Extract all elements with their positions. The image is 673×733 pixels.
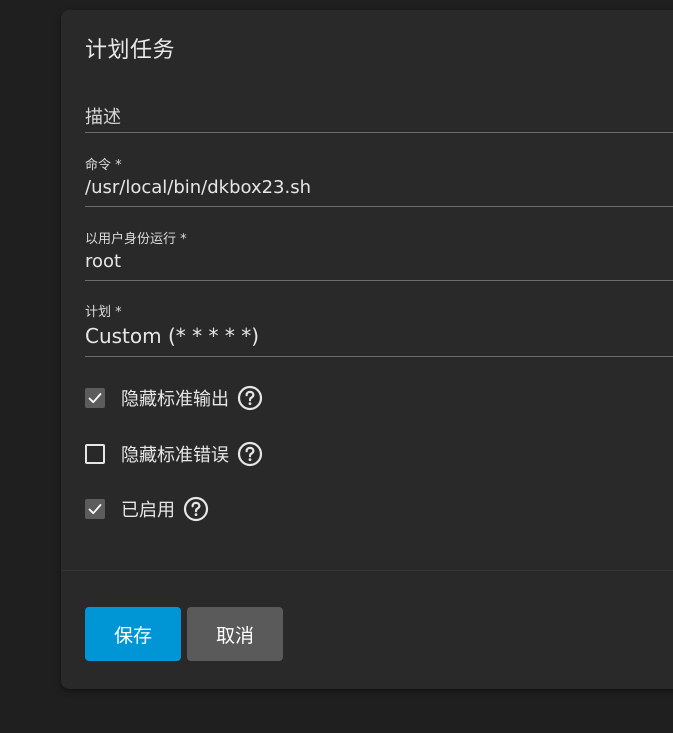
description-placeholder: 描述	[85, 107, 121, 128]
schedule-value: Custom (* * * * *)	[85, 324, 260, 348]
check-icon	[88, 393, 102, 404]
command-label: 命令 *	[85, 158, 122, 173]
cron-job-dialog: 计划任务 描述 命令 * /usr/local/bin/dkbox23.sh 以…	[61, 10, 673, 689]
dialog-title: 计划任务	[85, 38, 176, 63]
command-value: /usr/local/bin/dkbox23.sh	[85, 177, 312, 198]
command-field[interactable]: 命令 * /usr/local/bin/dkbox23.sh	[85, 152, 673, 207]
hide-stdout-row[interactable]: 隐藏标准输出	[85, 385, 263, 411]
help-circle-icon[interactable]	[183, 496, 209, 522]
hide-stderr-label: 隐藏标准错误	[121, 445, 229, 466]
check-icon	[88, 504, 102, 515]
help-circle-icon[interactable]	[237, 385, 263, 411]
help-circle-icon[interactable]	[237, 441, 263, 467]
enabled-label: 已启用	[121, 500, 175, 521]
schedule-label: 计划 *	[85, 305, 122, 320]
hide-stdout-checkbox[interactable]	[85, 388, 105, 408]
enabled-checkbox[interactable]	[85, 499, 105, 519]
description-field[interactable]: 描述	[85, 95, 673, 133]
run-as-user-field[interactable]: 以用户身份运行 * root	[85, 226, 673, 281]
run-as-user-label: 以用户身份运行 *	[85, 232, 187, 247]
hide-stdout-label: 隐藏标准输出	[121, 389, 229, 410]
cancel-button[interactable]: 取消	[187, 607, 283, 661]
hide-stderr-row[interactable]: 隐藏标准错误	[85, 441, 263, 467]
actions-divider	[61, 570, 673, 571]
enabled-row[interactable]: 已启用	[85, 496, 209, 522]
save-button[interactable]: 保存	[85, 607, 181, 661]
run-as-user-value: root	[85, 251, 122, 272]
hide-stderr-checkbox[interactable]	[85, 444, 105, 464]
schedule-field[interactable]: 计划 * Custom (* * * * *)	[85, 299, 673, 357]
